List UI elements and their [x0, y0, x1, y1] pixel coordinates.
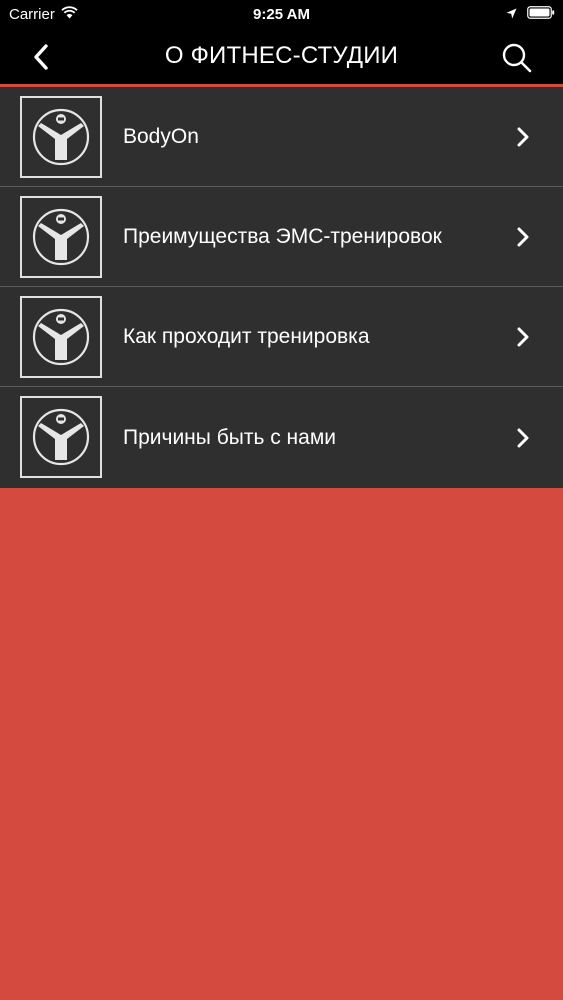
chevron-right-icon	[515, 226, 531, 248]
navigation-bar: О ФИТНЕС-СТУДИИ	[0, 30, 563, 84]
back-button[interactable]	[22, 38, 60, 76]
item-label: Причины быть с нами	[123, 425, 336, 449]
bodyon-logo-icon	[32, 108, 90, 166]
search-icon	[502, 43, 532, 73]
menu-list: BodyOn Преимущества ЭМС-тренировок Как п…	[0, 87, 563, 488]
list-item[interactable]: Причины быть с нами	[0, 387, 563, 488]
status-right	[506, 6, 555, 23]
list-item[interactable]: BodyOn	[0, 87, 563, 187]
chevron-right-icon	[515, 326, 531, 348]
chevron-right-icon	[515, 427, 531, 449]
location-arrow-icon	[506, 6, 517, 23]
status-bar: Carrier 9:25 AM	[0, 0, 563, 30]
battery-icon	[527, 6, 555, 23]
status-time: 9:25 AM	[253, 6, 310, 23]
item-label: Преимущества ЭМС-тренировок	[123, 224, 442, 248]
chevron-left-icon	[34, 44, 48, 70]
page-title: О ФИТНЕС-СТУДИИ	[164, 42, 399, 69]
item-thumbnail	[20, 396, 102, 478]
top-bar: Carrier 9:25 AM О ФИТНЕС-СТУДИИ	[0, 0, 563, 84]
item-thumbnail	[20, 96, 102, 178]
bodyon-logo-icon	[32, 208, 90, 266]
bodyon-logo-icon	[32, 308, 90, 366]
bodyon-logo-icon	[32, 408, 90, 466]
item-thumbnail	[20, 296, 102, 378]
list-item[interactable]: Преимущества ЭМС-тренировок	[0, 187, 563, 287]
list-item[interactable]: Как проходит тренировка	[0, 287, 563, 387]
item-label: Как проходит тренировка	[123, 324, 370, 348]
search-button[interactable]	[497, 38, 537, 78]
item-thumbnail	[20, 196, 102, 278]
chevron-right-icon	[515, 126, 531, 148]
item-label: BodyOn	[123, 124, 199, 148]
